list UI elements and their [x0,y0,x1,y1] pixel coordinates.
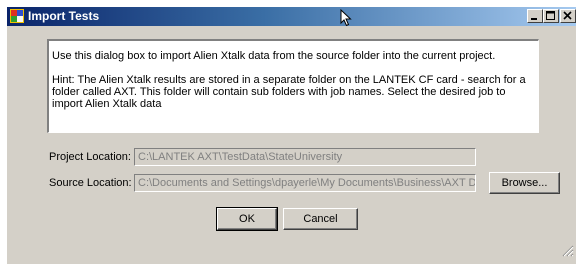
minimize-icon[interactable] [527,9,543,23]
resize-grip-icon[interactable] [562,244,574,262]
app-icon [10,9,24,23]
info-text-box[interactable]: Use this dialog box to import Alien Xtal… [47,39,539,133]
browse-button[interactable]: Browse... [489,172,560,194]
source-location-field[interactable]: C:\Documents and Settings\dpayerle\My Do… [134,174,476,192]
project-location-field[interactable]: C:\LANTEK AXT\TestData\StateUniversity [134,148,476,166]
window-title: Import Tests [28,9,100,23]
title-bar[interactable]: Import Tests [7,7,576,27]
import-tests-dialog: Import Tests Use this dialog box to impo… [6,6,576,264]
source-location-label: Source Location: [49,177,132,189]
project-location-label: Project Location: [49,151,131,163]
info-line-2: Hint: The Alien Xtalk results are stored… [52,74,526,110]
maximize-icon[interactable] [543,9,559,23]
cancel-button[interactable]: Cancel [283,208,358,230]
mouse-cursor-icon [340,8,352,32]
ok-button[interactable]: OK [216,207,278,231]
close-icon[interactable] [560,9,576,23]
info-line-1: Use this dialog box to import Alien Xtal… [52,50,496,62]
